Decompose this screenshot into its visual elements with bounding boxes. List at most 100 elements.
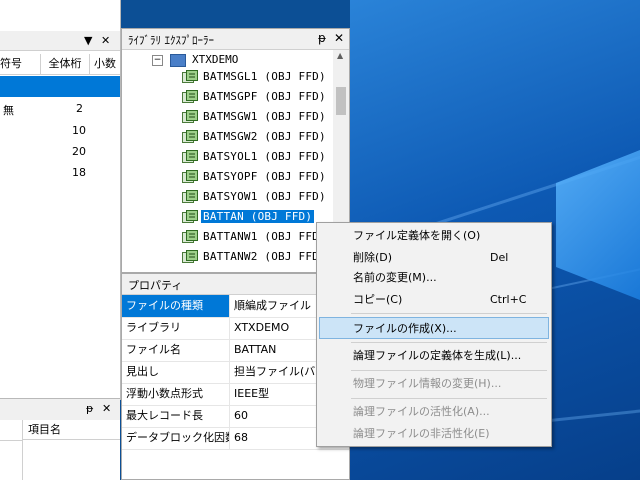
tree-item-label: BATMSGW2 (OBJ FFD) [203, 130, 326, 143]
property-divider [229, 317, 230, 339]
property-row[interactable]: 浮動小数点形式 IEEE型 [122, 383, 349, 406]
menu-item-label: 論理ファイルの非活性化(E) [353, 427, 490, 440]
menu-item-label: 物理ファイル情報の変更(H)... [353, 377, 502, 390]
property-key: 最大レコード長 [126, 409, 203, 422]
property-row[interactable]: データブロック化因数 68 [122, 427, 349, 450]
menu-item-deactivate-logical-file[interactable]: 論理ファイルの非活性化(E) [319, 423, 549, 445]
cell-digits: 10 [72, 124, 86, 137]
tree-root-node[interactable]: − XTXDEMO [152, 52, 238, 68]
file-icon [182, 90, 198, 104]
property-divider [229, 339, 230, 361]
tree-item-label: BATMSGL1 (OBJ FFD) [203, 70, 326, 83]
dropdown-icon[interactable]: ▼ [84, 34, 92, 47]
field-list-panel: ▼ ✕ 符号 全体桁 小数 無 2 10 20 18 [0, 0, 121, 400]
column-header-digits[interactable]: 全体桁 [41, 54, 90, 75]
property-row[interactable]: ファイル名 BATTAN [122, 339, 349, 362]
file-icon [182, 150, 198, 164]
property-divider [229, 295, 230, 317]
menu-item-delete[interactable]: 削除(D) Del [319, 247, 549, 269]
close-icon[interactable]: ✕ [102, 402, 111, 415]
menu-item-label: ファイルの作成(X)... [353, 322, 457, 335]
cell-sign: 無 [3, 104, 14, 117]
menu-item-label: コピー(C) [353, 293, 403, 306]
tree-item-file[interactable]: BATSYOL1 (OBJ FFD) [182, 148, 328, 166]
menu-item-shortcut: Del [490, 251, 509, 264]
property-key: ライブラリ [126, 321, 181, 334]
panel-title: ﾗｲﾌﾞﾗﾘ ｴｸｽﾌﾟﾛｰﾗｰ [128, 34, 214, 47]
context-menu: ファイル定義体を開く(O) 削除(D) Del 名前の変更(M)... コピー(… [316, 222, 552, 447]
cell-digits: 18 [72, 166, 86, 179]
property-divider [229, 405, 230, 427]
lower-panel-header: ᵽ ✕ [0, 398, 120, 422]
scroll-up-icon[interactable]: ▲ [337, 51, 343, 60]
library-explorer-title-bar: ﾗｲﾌﾞﾗﾘ ｴｸｽﾌﾟﾛｰﾗｰ ᵽ ✕ [122, 29, 349, 50]
tree-item-label: BATSYOW1 (OBJ FFD) [203, 190, 326, 203]
cell-digits: 20 [72, 145, 86, 158]
file-icon [182, 110, 198, 124]
tree-item-label: BATTANW1 (OBJ FFD) [203, 230, 326, 243]
scrollbar-thumb[interactable] [336, 87, 346, 115]
property-divider [229, 427, 230, 449]
tree-item-label: BATTANW2 (OBJ FFD) [203, 250, 326, 263]
column-header-decimal[interactable]: 小数 [90, 54, 120, 75]
menu-item-label: ファイル定義体を開く(O) [353, 229, 481, 242]
menu-separator [351, 398, 547, 399]
table-row-selected[interactable] [0, 76, 120, 97]
tree-item-file[interactable]: BATSYOPF (OBJ FFD) [182, 168, 328, 186]
file-icon [182, 170, 198, 184]
menu-item-label: 論理ファイルの活性化(A)... [353, 405, 490, 418]
lower-panel: 項目名 [0, 420, 120, 480]
file-icon [182, 130, 198, 144]
menu-item-generate-logical-definition[interactable]: 論理ファイルの定義体を生成(L)... [319, 345, 549, 367]
file-icon [182, 70, 198, 84]
panel-title: プロパティ [128, 279, 183, 292]
tree-item-label: BATMSGPF (OBJ FFD) [203, 90, 326, 103]
tree-item-file[interactable]: BATSYOW1 (OBJ FFD) [182, 188, 328, 206]
property-divider [229, 361, 230, 383]
property-row[interactable]: ファイルの種類 順編成ファイル [122, 295, 349, 318]
column-header-sign[interactable]: 符号 [0, 54, 41, 75]
menu-separator [351, 313, 547, 314]
properties-title-bar: プロパティ [122, 274, 349, 295]
property-divider [229, 383, 230, 405]
menu-separator [351, 370, 547, 371]
property-key: 見出し [126, 365, 159, 378]
menu-item-label: 論理ファイルの定義体を生成(L)... [353, 349, 522, 362]
tree-item-file[interactable]: BATMSGW1 (OBJ FFD) [182, 108, 328, 126]
tree-item-file[interactable]: BATTAN (OBJ FFD) [182, 208, 315, 226]
property-key: ファイル名 [126, 343, 181, 356]
property-key: 浮動小数点形式 [126, 387, 203, 400]
file-icon [182, 230, 198, 244]
file-icon [182, 250, 198, 264]
menu-item-open-definition[interactable]: ファイル定義体を開く(O) [319, 225, 549, 247]
property-row[interactable]: ライブラリ XTXDEMO [122, 317, 349, 340]
close-icon[interactable]: ✕ [334, 31, 344, 45]
property-key: データブロック化因数 [126, 431, 230, 444]
menu-item-change-physical-file-info[interactable]: 物理ファイル情報の変更(H)... [319, 373, 549, 395]
column-header-item-name[interactable]: 項目名 [23, 420, 120, 440]
menu-item-rename[interactable]: 名前の変更(M)... [319, 267, 549, 289]
property-key: ファイルの種類 [122, 295, 229, 317]
close-icon[interactable]: ✕ [101, 34, 110, 47]
menu-item-create-file[interactable]: ファイルの作成(X)... [319, 317, 549, 339]
pin-icon[interactable]: ᵽ [86, 402, 93, 415]
tree-root-label: XTXDEMO [192, 53, 239, 66]
tree-item-file[interactable]: BATTANW2 (OBJ FFD) [182, 248, 328, 266]
tree-item-label: BATSYOPF (OBJ FFD) [203, 170, 326, 183]
cell-digits: 2 [76, 102, 83, 115]
property-row[interactable]: 最大レコード長 60 [122, 405, 349, 428]
menu-item-shortcut: Ctrl+C [490, 293, 527, 306]
collapse-icon[interactable]: − [152, 54, 163, 66]
tree-item-label: BATTAN (OBJ FFD) [201, 210, 315, 223]
pin-icon[interactable]: ᵽ [318, 31, 326, 45]
menu-item-copy[interactable]: コピー(C) Ctrl+C [319, 289, 549, 311]
file-icon [182, 210, 198, 224]
tree-item-file[interactable]: BATMSGL1 (OBJ FFD) [182, 68, 328, 86]
tree-item-file[interactable]: BATTANW1 (OBJ FFD) [182, 228, 328, 246]
row-header-column [0, 441, 23, 480]
property-row[interactable]: 見出し 担当ファイル(バッチ [122, 361, 349, 384]
menu-item-activate-logical-file[interactable]: 論理ファイルの活性化(A)... [319, 401, 549, 423]
tree-item-file[interactable]: BATMSGPF (OBJ FFD) [182, 88, 328, 106]
tree-item-file[interactable]: BATMSGW2 (OBJ FFD) [182, 128, 328, 146]
row-header-cell [0, 420, 23, 441]
